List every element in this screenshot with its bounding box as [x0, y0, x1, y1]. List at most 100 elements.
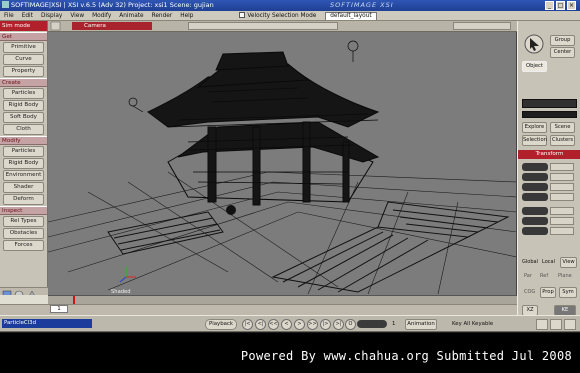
selection-name-field[interactable]	[522, 99, 577, 108]
maximize-button[interactable]: □	[556, 1, 565, 10]
view-button[interactable]: View	[560, 257, 577, 268]
center-button[interactable]: Center	[550, 47, 575, 58]
playbar-option-3[interactable]	[564, 319, 576, 330]
clusters-button[interactable]: Clusters	[550, 135, 575, 146]
primitive-button[interactable]: Primitive	[3, 42, 44, 53]
obstacles-button[interactable]: Obstacles	[3, 228, 44, 239]
modify-rigid-body-button[interactable]: Rigid Body	[3, 158, 44, 169]
par-label[interactable]: Par	[524, 273, 532, 279]
footer-strip: Powered By www.chahua.org Submitted Jul …	[0, 333, 580, 373]
last-frame-button[interactable]: >|	[333, 319, 344, 330]
create-particles-button[interactable]: Particles	[3, 88, 44, 99]
timeline[interactable]	[48, 295, 517, 305]
create-soft-body-button[interactable]: Soft Body	[3, 112, 44, 123]
create-rigid-body-button[interactable]: Rigid Body	[3, 100, 44, 111]
next-key-button[interactable]: |>	[320, 319, 331, 330]
prop-button[interactable]: Prop	[540, 287, 556, 298]
create-cloth-button[interactable]: Cloth	[3, 124, 44, 135]
current-frame-label: 1	[392, 321, 396, 327]
selection-list[interactable]: ParticleCl3d	[2, 319, 92, 328]
section-inspect[interactable]: Inspect	[0, 206, 47, 215]
fast-forward-button[interactable]: >>	[307, 319, 318, 330]
ref-label[interactable]: Ref	[540, 273, 548, 279]
deform-button[interactable]: Deform	[3, 194, 44, 205]
explore-button[interactable]: Explore	[522, 122, 547, 133]
module-toolbar: Sim mode Get Primitive Curve Property Cr…	[0, 21, 48, 301]
selection-info-field	[522, 111, 577, 118]
layout-dropdown[interactable]: default_layout	[325, 12, 377, 20]
section-get[interactable]: Get	[0, 32, 47, 41]
play-back-button[interactable]: <	[281, 319, 292, 330]
menu-render[interactable]: Render	[148, 11, 177, 20]
frame-field[interactable]: 1	[50, 305, 68, 313]
selection-mode-toggle[interactable]: Velocity Selection Mode	[199, 11, 320, 20]
global-label[interactable]: Global	[522, 259, 538, 265]
window-titlebar: SOFTIMAGE|XSI | XSI v.6.5 (Adv 32) Proje…	[0, 0, 580, 11]
menu-display[interactable]: Display	[37, 11, 66, 20]
minimize-button[interactable]: _	[545, 1, 554, 10]
ground-grid	[48, 171, 516, 295]
section-create[interactable]: Create	[0, 78, 47, 87]
menu-help[interactable]: Help	[176, 11, 197, 20]
animation-button[interactable]: Animation	[405, 319, 437, 330]
viewport-letter-icon[interactable]	[50, 21, 70, 32]
selection-button[interactable]: Selection	[522, 135, 547, 146]
rotate-row[interactable]	[522, 183, 577, 191]
prev-key-button[interactable]: <|	[255, 319, 266, 330]
modify-particles-button[interactable]: Particles	[3, 146, 44, 157]
key-all-checkbox[interactable]: Key All Keyable	[452, 319, 493, 329]
rewind-button[interactable]: <<	[268, 319, 279, 330]
pagoda-wireframe	[48, 40, 516, 295]
select-arrow-icon[interactable]	[524, 34, 544, 54]
curve-button[interactable]: Curve	[3, 54, 44, 65]
cog-label[interactable]: COG	[524, 289, 535, 295]
camera-dropdown[interactable]: Camera	[72, 22, 152, 30]
menu-edit[interactable]: Edit	[18, 11, 37, 20]
playback-bar: ParticleCl3d Playback |< <| << < > >> |>…	[0, 315, 580, 332]
status-row	[0, 304, 517, 315]
play-forward-button[interactable]: >	[294, 319, 305, 330]
playback-button[interactable]: Playback	[205, 319, 237, 330]
checkbox-icon	[239, 12, 246, 18]
mcp-panel: Group Center Object Explore Scene Select…	[517, 21, 580, 319]
selection-mode-label: Velocity Selection Mode	[247, 13, 317, 19]
transform-header: Transform	[518, 150, 580, 159]
group-button[interactable]: Group	[550, 35, 575, 46]
scene-button[interactable]: Scene	[550, 122, 575, 133]
playbar-option-1[interactable]	[536, 319, 548, 330]
property-button[interactable]: Property	[3, 66, 44, 77]
display-mode-dropdown[interactable]	[453, 22, 511, 30]
timeline-start-box	[0, 295, 48, 304]
current-frame-display[interactable]	[357, 320, 387, 328]
scale-y-row[interactable]	[522, 173, 577, 181]
sym-button[interactable]: Sym	[559, 287, 577, 298]
viewport-options-bar[interactable]	[188, 22, 338, 30]
menu-file[interactable]: File	[0, 11, 18, 20]
object-field[interactable]: Object	[522, 61, 547, 72]
scale-row[interactable]	[522, 163, 577, 171]
viewport-3d[interactable]: Shaded	[48, 32, 517, 295]
footer-credit: Powered By www.chahua.org Submitted Jul …	[240, 349, 572, 363]
section-modify[interactable]: Modify	[0, 136, 47, 145]
translate-row[interactable]	[522, 207, 577, 215]
viewport-header: Camera	[48, 21, 517, 32]
rotate-y-row[interactable]	[522, 193, 577, 201]
translate-z-row[interactable]	[522, 227, 577, 235]
plane-label[interactable]: Plane	[558, 273, 572, 279]
first-frame-button[interactable]: |<	[242, 319, 253, 330]
loop-button[interactable]: O	[345, 319, 356, 330]
close-button[interactable]: ×	[567, 1, 576, 10]
rel-types-button[interactable]: Rel Types	[3, 216, 44, 227]
shader-button[interactable]: Shader	[3, 182, 44, 193]
menu-view[interactable]: View	[66, 11, 88, 20]
playbar-option-2[interactable]	[550, 319, 562, 330]
translate-y-row[interactable]	[522, 217, 577, 225]
forces-button[interactable]: Forces	[3, 240, 44, 251]
toolbar-mode-header[interactable]: Sim mode	[0, 21, 47, 31]
window-title: SOFTIMAGE|XSI | XSI v.6.5 (Adv 32) Proje…	[11, 1, 214, 9]
app-icon	[2, 1, 9, 8]
local-label[interactable]: Local	[542, 259, 555, 265]
environment-button[interactable]: Environment	[3, 170, 44, 181]
menu-modify[interactable]: Modify	[88, 11, 115, 20]
menu-animate[interactable]: Animate	[115, 11, 147, 20]
